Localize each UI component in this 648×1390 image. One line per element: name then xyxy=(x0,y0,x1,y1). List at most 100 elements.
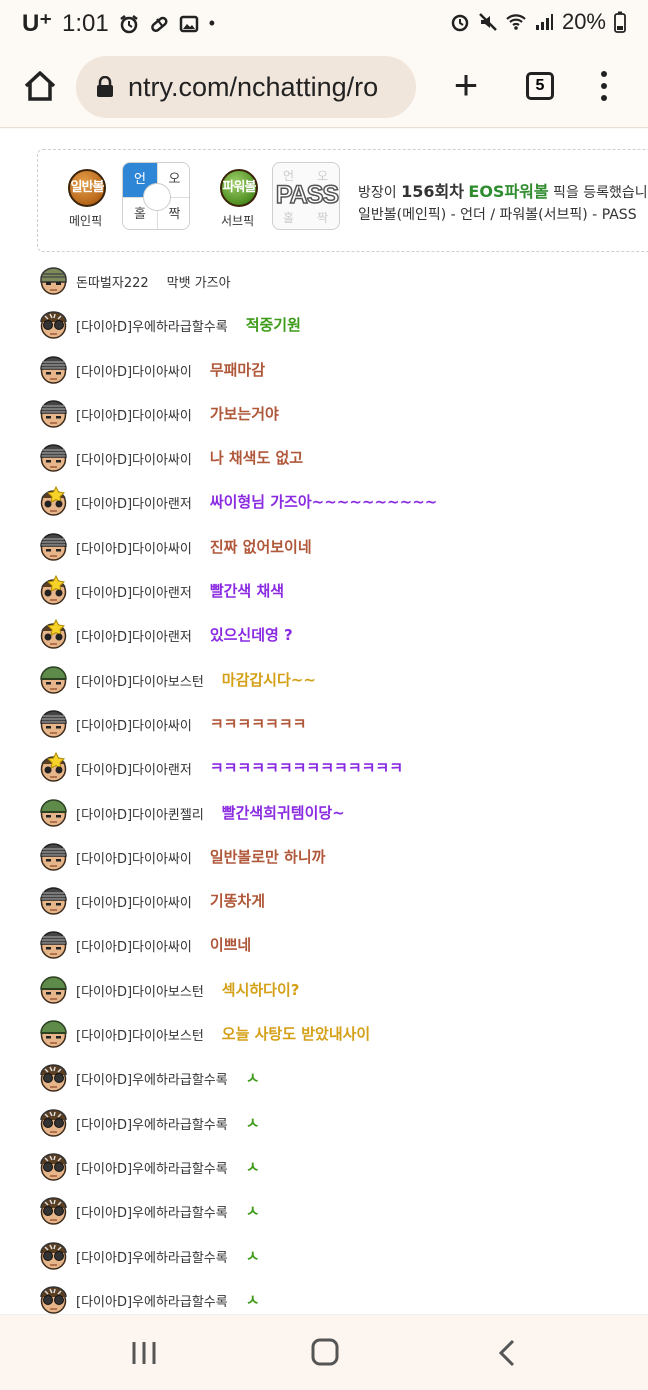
chat-message: [다이아D]우에하라급할수록 ㅅ xyxy=(0,1234,648,1278)
chat-message: [다이아D]다이아퀸젤리 빨간색희귀템이당~ xyxy=(0,791,648,835)
chat-nickname[interactable]: [다이아D]다이아싸이 xyxy=(76,405,192,424)
chat-nickname[interactable]: [다이아D]우에하라급할수록 xyxy=(76,1202,228,1221)
battery-percent: 20% xyxy=(561,9,606,34)
sub-pick-caption: 서브픽 xyxy=(221,214,255,228)
chat-message: [다이아D]다이아싸이 가보는거야 xyxy=(0,392,648,436)
faint-odd: 홀 xyxy=(283,211,295,225)
url-text: ntry.com/nchatting/ro xyxy=(128,71,379,102)
info-suffix: 픽을 등록했습니다 xyxy=(553,185,648,201)
wifi-icon xyxy=(506,14,526,30)
dot-icon: • xyxy=(208,13,216,33)
avatar[interactable] xyxy=(38,309,69,340)
pick-announcement: 일반볼 메인픽 언 오 홀 짝 파워볼 서브픽 언 오 홀 짝 PASS 방장이… xyxy=(37,149,648,252)
chat-nickname[interactable]: [다이아D]다이아싸이 xyxy=(76,892,192,911)
back-icon[interactable] xyxy=(487,1337,527,1369)
clock: 1:01 xyxy=(62,9,109,37)
lock-icon xyxy=(97,76,113,97)
avatar[interactable] xyxy=(38,797,69,828)
avatar[interactable] xyxy=(38,531,69,562)
avatar[interactable] xyxy=(38,1284,69,1314)
chat-message-text: 빨간색 채색 xyxy=(209,582,285,601)
avatar[interactable] xyxy=(38,708,69,739)
chat-nickname[interactable]: [다이아D]다이아싸이 xyxy=(76,715,192,734)
avatar[interactable] xyxy=(38,442,69,473)
avatar[interactable] xyxy=(38,265,69,296)
chat-message: [다이아D]다이아보스턴 오늘 사탕도 받았내사이 xyxy=(0,1012,648,1056)
alarm-icon xyxy=(119,14,138,33)
chat-message: [다이아D]다이아싸이 진짜 없어보이네 xyxy=(0,525,648,569)
image-icon xyxy=(179,15,198,32)
avatar[interactable] xyxy=(38,1107,69,1138)
alarm-icon xyxy=(451,14,469,32)
chat-nickname[interactable]: [다이아D]다이아싸이 xyxy=(76,361,192,380)
address-bar[interactable]: ntry.com/nchatting/ro xyxy=(76,56,416,118)
avatar[interactable] xyxy=(38,1240,69,1271)
chat-nickname[interactable]: [다이아D]다이아랜저 xyxy=(76,582,192,601)
chat-nickname[interactable]: [다이아D]다이아보스턴 xyxy=(76,1025,204,1044)
chat-nickname[interactable]: [다이아D]다이아싸이 xyxy=(76,538,192,557)
chat-nickname[interactable]: [다이아D]다이아싸이 xyxy=(76,848,192,867)
chat-message-text: ㅅ xyxy=(245,1069,260,1088)
chat-nickname[interactable]: [다이아D]다이아싸이 xyxy=(76,936,192,955)
chat-nickname[interactable]: [다이아D]우에하라급할수록 xyxy=(76,1291,228,1310)
menu-icon[interactable] xyxy=(596,68,612,108)
chat-nickname[interactable]: [다이아D]다이아퀸젤리 xyxy=(76,804,204,823)
chat-message-text: 가보는거야 xyxy=(209,404,279,423)
tabs-button[interactable]: 5 xyxy=(526,72,554,100)
chat-nickname[interactable]: [다이아D]다이아랜저 xyxy=(76,626,192,645)
chat-message-text: 막뱃 가즈아 xyxy=(166,276,231,291)
avatar[interactable] xyxy=(38,354,69,385)
home-nav-icon[interactable] xyxy=(305,1337,345,1369)
chat-message: 돈따벌자222 막뱃 가즈아 xyxy=(0,259,648,303)
home-icon[interactable] xyxy=(20,66,60,106)
chat-message-text: 오늘 사탕도 받았내사이 xyxy=(221,1025,371,1044)
chat-nickname[interactable]: [다이아D]다이아싸이 xyxy=(76,449,192,468)
battery-icon xyxy=(614,11,626,33)
chat-nickname[interactable]: [다이아D]우에하라급할수록 xyxy=(76,1247,228,1266)
chat-message: [다이아D]다이아싸이 일반볼로만 하니까 xyxy=(0,835,648,879)
tab-count: 5 xyxy=(535,77,545,94)
avatar[interactable] xyxy=(38,1195,69,1226)
chat-nickname[interactable]: [다이아D]우에하라급할수록 xyxy=(76,1114,228,1133)
chat-nickname[interactable]: [다이아D]다이아보스턴 xyxy=(76,671,204,690)
chat-nickname[interactable]: 돈따벌자222 xyxy=(76,272,149,291)
info-prefix: 방장이 xyxy=(358,185,402,201)
chat-message: [다이아D]다이아랜저 ㅋㅋㅋㅋㅋㅋㅋㅋㅋㅋㅋㅋㅋㅋ xyxy=(0,746,648,790)
avatar[interactable] xyxy=(38,752,69,783)
avatar[interactable] xyxy=(38,664,69,695)
chat-message: [다이아D]다이아싸이 이쁘네 xyxy=(0,923,648,967)
recents-icon[interactable] xyxy=(124,1337,164,1369)
avatar[interactable] xyxy=(38,974,69,1005)
plus-icon: + xyxy=(453,61,479,108)
pass-label: PASS xyxy=(275,180,339,210)
chat-content: 일반볼 메인픽 언 오 홀 짝 파워볼 서브픽 언 오 홀 짝 PASS 방장이… xyxy=(0,129,648,1314)
chat-nickname[interactable]: [다이아D]다이아보스턴 xyxy=(76,981,204,1000)
sub-pick-pass: 언 오 홀 짝 PASS xyxy=(272,162,340,230)
chat-nickname[interactable]: [다이아D]다이아랜저 xyxy=(76,493,192,512)
new-tab-button[interactable]: + xyxy=(446,64,486,106)
chat-nickname[interactable]: [다이아D]우에하라급할수록 xyxy=(76,1069,228,1088)
avatar[interactable] xyxy=(38,1062,69,1093)
chat-message: [다이아D]다이아보스턴 섹시하다이? xyxy=(0,968,648,1012)
chat-nickname[interactable]: [다이아D]우에하라급할수록 xyxy=(76,1158,228,1177)
chat-message-text: ㅋㅋㅋㅋㅋㅋㅋ xyxy=(209,714,307,733)
chat-nickname[interactable]: [다이아D]우에하라급할수록 xyxy=(76,316,228,335)
chat-message-text: 섹시하다이? xyxy=(221,980,300,999)
avatar[interactable] xyxy=(38,1151,69,1182)
chat-message-text: 진짜 없어보이네 xyxy=(209,537,312,556)
avatar[interactable] xyxy=(38,929,69,960)
avatar[interactable] xyxy=(38,575,69,606)
avatar[interactable] xyxy=(38,398,69,429)
avatar[interactable] xyxy=(38,619,69,650)
chat-message: [다이아D]우에하라급할수록 ㅅ xyxy=(0,1145,648,1189)
avatar[interactable] xyxy=(38,841,69,872)
power-ball-icon: 파워볼 xyxy=(220,169,258,207)
avatar[interactable] xyxy=(38,1018,69,1049)
avatar[interactable] xyxy=(38,486,69,517)
chat-message: [다이아D]다이아싸이 기똥차게 xyxy=(0,879,648,923)
chat-list: 돈따벌자222 막뱃 가즈아 [다이아D]우에하라급할수록 적중기원 [다이아D]다이아… xyxy=(0,259,648,1314)
chat-message: [다이아D]우에하라급할수록 ㅅ xyxy=(0,1056,648,1100)
chat-nickname[interactable]: [다이아D]다이아랜저 xyxy=(76,759,192,778)
avatar[interactable] xyxy=(38,885,69,916)
game-name: EOS파워볼 xyxy=(468,182,549,201)
